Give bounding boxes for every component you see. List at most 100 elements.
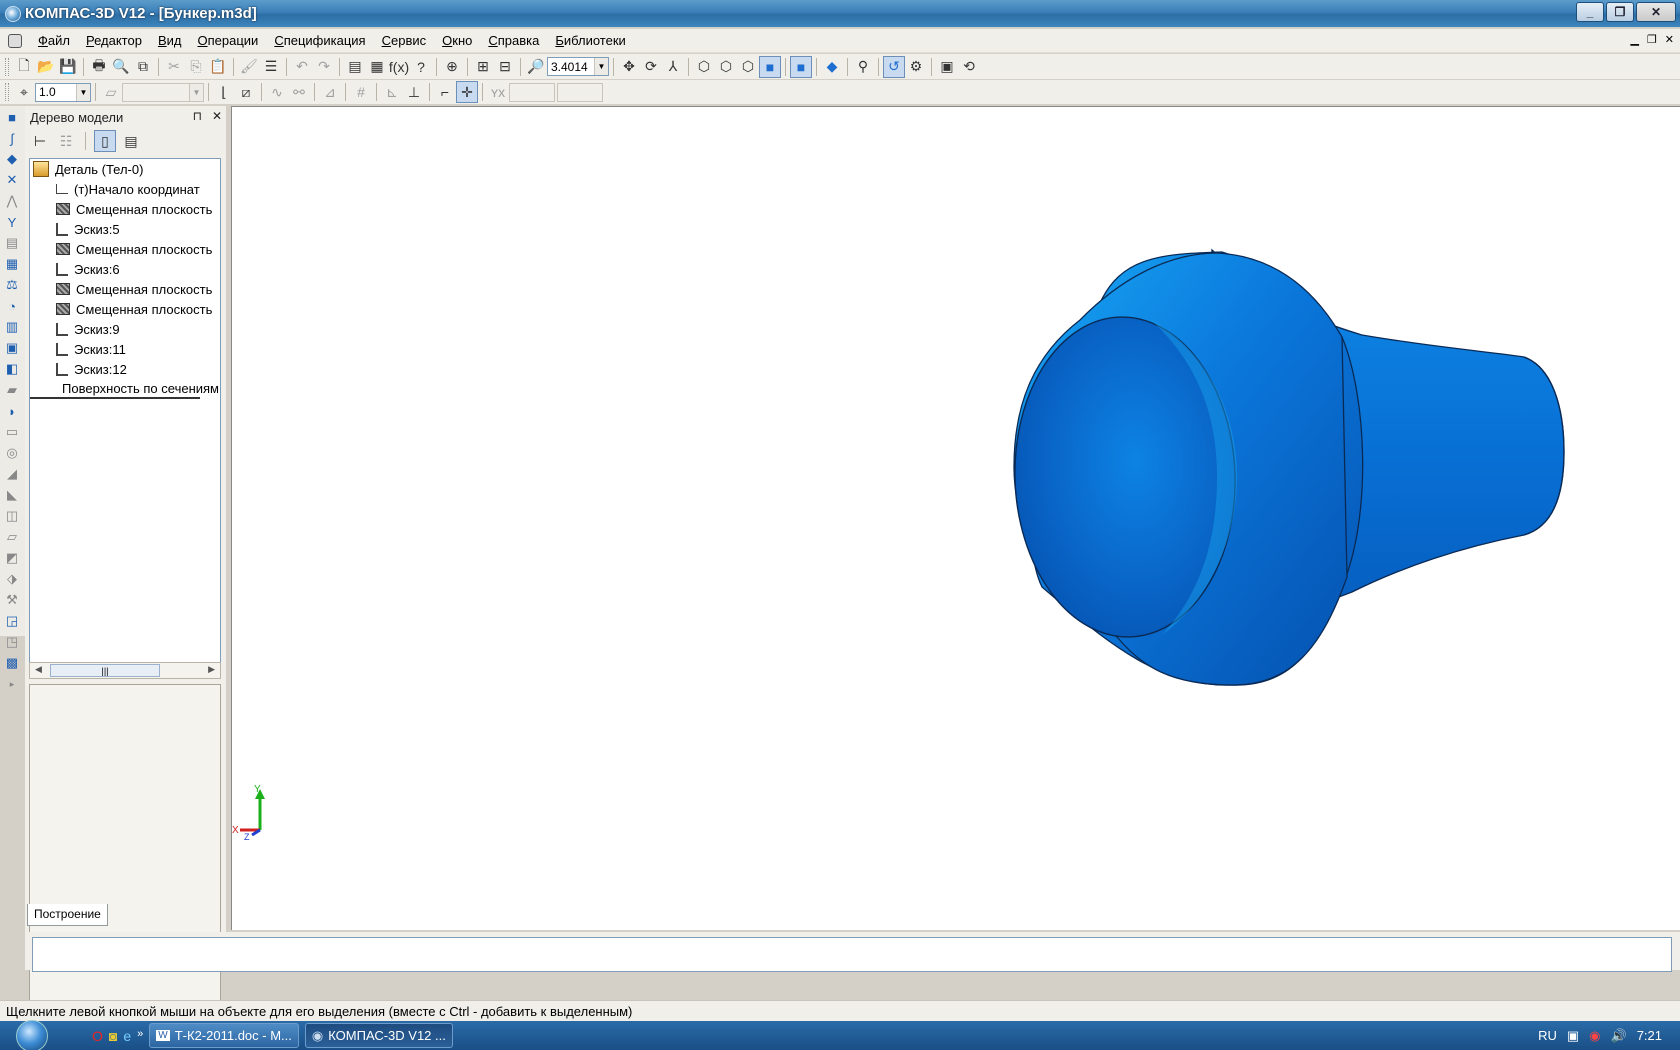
tree-item-plane[interactable]: Смещенная плоскость [30, 299, 220, 319]
ie-icon[interactable]: e [123, 1028, 131, 1044]
grid-icon[interactable]: # [350, 81, 372, 103]
variables-icon[interactable]: f(x) [388, 56, 410, 78]
library-manager-icon[interactable]: ▦ [366, 56, 388, 78]
tree-item-loft-surface[interactable]: Поверхность по сечениям [30, 379, 219, 399]
halftone-icon[interactable]: ■ [759, 55, 781, 78]
scroll-right-icon[interactable]: ▶ [208, 664, 215, 675]
hidden-lines-icon[interactable]: ⬡ [715, 56, 737, 78]
cursor-x-field[interactable] [509, 82, 555, 102]
chevron-down-icon[interactable]: ▼ [594, 58, 608, 75]
fillet-icon[interactable]: ◢ [2, 464, 22, 484]
properties-brush-icon[interactable]: 🖌 [238, 56, 260, 78]
scroll-left-icon[interactable]: ◀ [35, 664, 42, 675]
pan-icon[interactable]: ✥ [618, 56, 640, 78]
ortho-icon[interactable]: ∿ [266, 81, 288, 103]
properties-list-icon[interactable]: ☰ [260, 56, 282, 78]
measure-icon[interactable]: ⚖ [2, 275, 22, 295]
start-button[interactable] [16, 1019, 48, 1050]
paste-icon[interactable]: 📋 [207, 56, 229, 78]
rebuild-icon[interactable]: ↺ [883, 55, 905, 78]
undo-icon[interactable]: ↶ [291, 56, 313, 78]
report-icon[interactable]: ▦ [2, 254, 22, 274]
zoom-in-icon[interactable]: ⊞ [472, 56, 494, 78]
chevron-down-icon[interactable]: ▼ [76, 83, 90, 101]
rotate-icon[interactable]: ⟳ [640, 56, 662, 78]
dimensions-icon[interactable]: ⋀ [2, 191, 22, 211]
print-icon[interactable]: 🖶 [88, 56, 110, 78]
opera-icon[interactable]: O [92, 1028, 103, 1044]
edit-details-icon[interactable]: ■ [2, 107, 22, 127]
more-chevron-icon[interactable]: » [137, 1028, 143, 1044]
close-panel-icon[interactable]: ✕ [212, 109, 222, 123]
zoom-scale-icon[interactable]: 🔎 [525, 56, 547, 78]
network-icon[interactable]: ▣ [1567, 1028, 1579, 1044]
spatial-curves-icon[interactable]: ∫ [2, 128, 22, 148]
tree-display-icon[interactable]: ▯ [94, 130, 116, 152]
more-tools-icon[interactable]: ▸ [2, 674, 22, 694]
antivirus-icon[interactable]: ◉ [1589, 1028, 1600, 1044]
cut-icon[interactable]: ✂ [163, 56, 185, 78]
kompas-app-icon[interactable] [5, 5, 21, 22]
volume-icon[interactable]: 🔊 [1611, 1028, 1627, 1044]
tree-structure-icon[interactable]: ⊢ [29, 130, 51, 152]
rib-icon[interactable]: ◫ [2, 506, 22, 526]
model-canvas[interactable]: Y X Z [232, 107, 1680, 931]
hopper-model[interactable] [1009, 248, 1565, 686]
zoom-out-icon[interactable]: ⊟ [494, 56, 516, 78]
tree-item-plane[interactable]: Смещенная плоскость [30, 199, 220, 219]
clock[interactable]: 7:21 [1637, 1028, 1662, 1043]
minimize-button[interactable]: _ [1576, 2, 1604, 22]
restore-button[interactable]: ❐ [1606, 2, 1634, 22]
cursor-y-field[interactable] [557, 82, 603, 102]
array-icon[interactable]: ◧ [2, 359, 22, 379]
language-indicator[interactable]: RU [1538, 1028, 1557, 1043]
tree-item-sketch[interactable]: Эскиз:5 [30, 219, 220, 239]
tree-item-plane[interactable]: Смещенная плоскость [30, 279, 220, 299]
tree-item-plane[interactable]: Смещенная плоскость [30, 239, 220, 259]
tree-item-origin[interactable]: (т)Начало координат [30, 179, 220, 199]
print-preview-icon[interactable]: 🔍 [110, 56, 132, 78]
section-icon[interactable]: ⬗ [2, 569, 22, 589]
doc-minimize-icon[interactable]: ▁ [1630, 33, 1638, 46]
designations-icon[interactable]: Y [2, 212, 22, 232]
auxiliary-geometry-icon[interactable]: ✕ [2, 170, 22, 190]
extrude-icon[interactable]: ▰ [2, 380, 22, 400]
tree-root-part[interactable]: Деталь (Тел-0) [30, 159, 220, 179]
taskbar-word-document[interactable]: W Т-К2-2011.doc - M... [149, 1023, 299, 1048]
zoom-value-combo[interactable]: 3.4014 ▼ [547, 57, 609, 76]
normal-view-icon[interactable]: ⊿ [319, 81, 341, 103]
save-icon[interactable]: 💾 [57, 56, 79, 78]
assembly-icon[interactable]: ◳ [2, 632, 22, 652]
specification-icon[interactable]: ▤ [2, 233, 22, 253]
orientation-icon[interactable]: ⅄ [662, 56, 684, 78]
attributes-icon[interactable]: ▣ [936, 56, 958, 78]
document-icon[interactable] [8, 33, 22, 48]
tab-construction[interactable]: Построение [27, 904, 108, 926]
new-file-icon[interactable]: 🗋 [13, 56, 35, 78]
menu-operations[interactable]: Операции [189, 33, 266, 48]
cursor-coords-icon[interactable]: ʏx [487, 81, 509, 103]
cursor-step-icon[interactable]: ⌖ [13, 81, 35, 103]
hole-icon[interactable]: ◎ [2, 443, 22, 463]
halftone-edges-icon[interactable]: ■ [790, 55, 812, 78]
menu-help[interactable]: Справка [480, 33, 547, 48]
doc-restore-icon[interactable]: ❐ [1647, 33, 1657, 46]
snap-icon[interactable]: ⚯ [288, 81, 310, 103]
scrollbar-thumb[interactable]: ||| [50, 664, 160, 677]
cut-extrude-icon[interactable]: ▭ [2, 422, 22, 442]
model-viewport[interactable]: Y X Z [231, 106, 1680, 930]
menu-view[interactable]: Вид [150, 33, 190, 48]
revolve-icon[interactable]: ◗ [2, 401, 22, 421]
open-file-icon[interactable]: 📂 [35, 56, 57, 78]
chevron-down-icon[interactable]: ▼ [189, 83, 203, 101]
menu-libraries[interactable]: Библиотеки [547, 33, 633, 48]
property-panel-field[interactable] [32, 937, 1672, 972]
layer-icon[interactable]: ▱ [100, 81, 122, 103]
tree-item-sketch[interactable]: Эскиз:12 [30, 359, 220, 379]
perspective-icon[interactable]: ◆ [821, 56, 843, 78]
parameters-icon[interactable]: ⧄ [235, 81, 257, 103]
tree-item-sketch[interactable]: Эскиз:9 [30, 319, 220, 339]
chamfer-icon[interactable]: ◣ [2, 485, 22, 505]
taskbar-kompas[interactable]: ◉ КОМПАС-3D V12 ... [304, 1023, 453, 1048]
magnet-snap-icon[interactable]: ✛ [456, 81, 478, 103]
